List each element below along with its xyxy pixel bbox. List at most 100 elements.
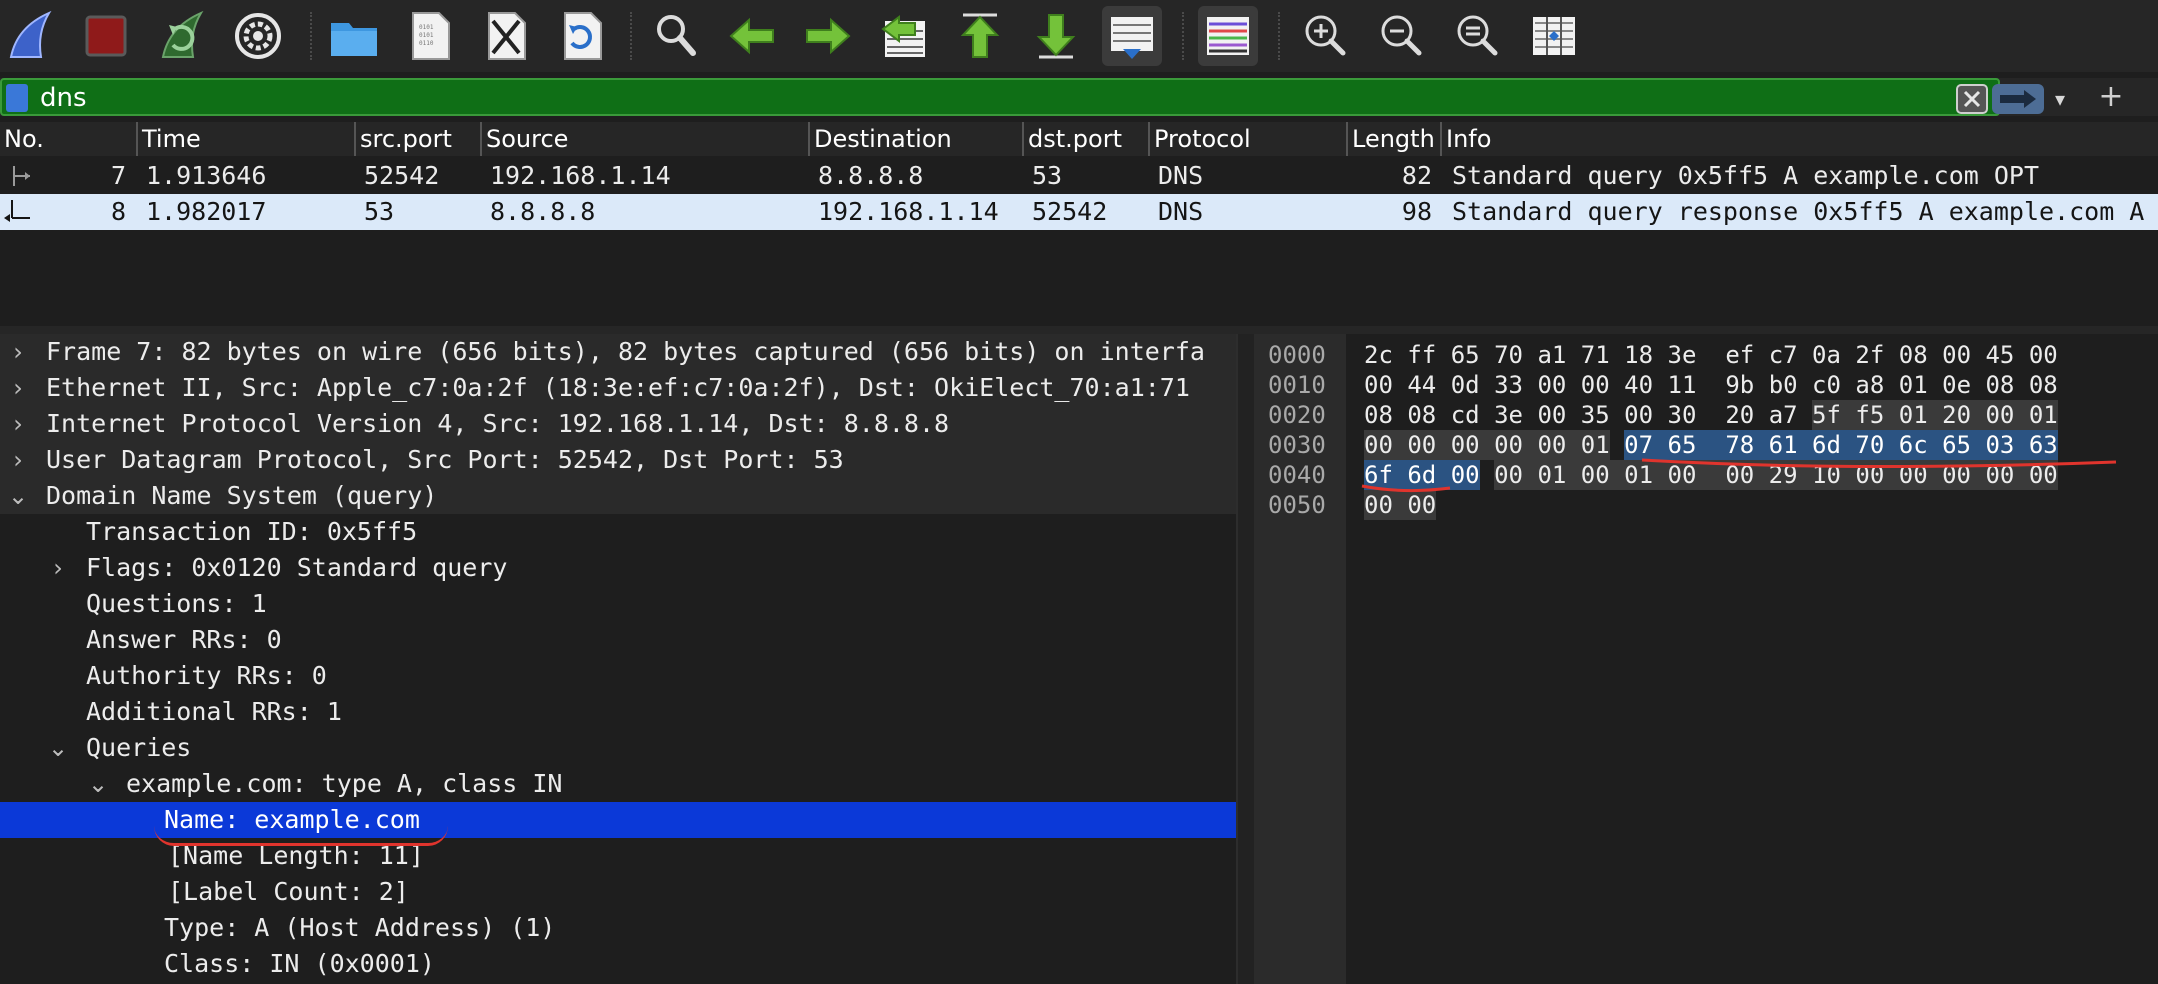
- first-packet-icon: [960, 13, 1000, 58]
- column-header-no[interactable]: No.: [0, 122, 134, 156]
- cell-dst-port: 52542: [1032, 197, 1108, 226]
- detail-label: Questions: 1: [86, 589, 267, 618]
- cell-time: 1.913646: [146, 161, 267, 190]
- cell-src-port: 52542: [364, 161, 440, 190]
- packet-list-header: No. Time src.port Source Destination dst…: [0, 122, 2158, 156]
- detail-query-class[interactable]: Class: IN (0x0001): [0, 946, 1236, 982]
- recent-filters-dropdown[interactable]: ▾: [2050, 82, 2070, 116]
- column-header-dst-port[interactable]: dst.port: [1022, 122, 1146, 156]
- autoscroll-button[interactable]: [1102, 6, 1162, 66]
- apply-filter-button[interactable]: [1992, 84, 2044, 114]
- detail-ipv4[interactable]: › Internet Protocol Version 4, Src: 192.…: [0, 406, 1236, 442]
- normal-size-button[interactable]: [1448, 6, 1508, 66]
- bookmark-icon[interactable]: [6, 84, 28, 112]
- pane-splitter-horizontal[interactable]: [0, 326, 2158, 334]
- detail-answer-rrs[interactable]: Answer RRs: 0: [0, 622, 1236, 658]
- detail-transaction-id[interactable]: Transaction ID: 0x5ff5: [0, 514, 1236, 550]
- restart-capture-icon: [161, 10, 204, 58]
- resize-columns-button[interactable]: [1524, 6, 1584, 66]
- packet-list-pane: No. Time src.port Source Destination dst…: [0, 122, 2158, 328]
- cell-length: 98: [1401, 197, 1432, 226]
- start-capture-button[interactable]: [0, 6, 60, 66]
- column-header-length[interactable]: Length: [1346, 122, 1438, 156]
- detail-authority-rrs[interactable]: Authority RRs: 0: [0, 658, 1236, 694]
- response-arrow-icon: [4, 200, 30, 222]
- go-forward-button[interactable]: [798, 6, 858, 66]
- display-filter-input[interactable]: dns ▾: [0, 78, 2065, 116]
- packet-row[interactable]: 8 1.982017 53 8.8.8.8 192.168.1.14 52542…: [0, 194, 2158, 230]
- stop-capture-button[interactable]: [76, 6, 136, 66]
- expand-icon[interactable]: ›: [6, 370, 30, 406]
- add-filter-button[interactable]: +: [2096, 78, 2126, 116]
- close-file-button[interactable]: [476, 6, 536, 66]
- save-file-button[interactable]: 0101 0101 0110: [400, 6, 460, 66]
- collapse-icon[interactable]: ⌄: [86, 766, 110, 802]
- cell-protocol: DNS: [1158, 197, 1204, 226]
- column-header-destination[interactable]: Destination: [808, 122, 1020, 156]
- go-back-button[interactable]: [722, 6, 782, 66]
- toolbar-separator: [1182, 12, 1184, 60]
- zoom-in-button[interactable]: [1296, 6, 1356, 66]
- clear-filter-button[interactable]: [1956, 84, 1988, 114]
- packet-row[interactable]: 7 1.913646 52542 192.168.1.14 8.8.8.8 53…: [0, 158, 2158, 194]
- detail-label: Type: A (Host Address) (1): [164, 913, 556, 942]
- detail-label: Queries: [86, 733, 192, 762]
- stop-capture-icon: [85, 15, 127, 57]
- cell-no: 7: [110, 161, 126, 190]
- shark-fin-icon: [9, 10, 52, 58]
- go-to-packet-button[interactable]: [874, 6, 934, 66]
- detail-label: Domain Name System (query): [46, 481, 438, 510]
- last-packet-button[interactable]: [1026, 6, 1086, 66]
- svg-text:0110: 0110: [419, 40, 434, 47]
- detail-dns[interactable]: ⌄ Domain Name System (query): [0, 478, 1236, 514]
- column-header-source[interactable]: Source: [480, 122, 806, 156]
- detail-frame[interactable]: › Frame 7: 82 bytes on wire (656 bits), …: [0, 334, 1236, 370]
- find-packet-button[interactable]: [646, 6, 706, 66]
- packet-details-pane: › Frame 7: 82 bytes on wire (656 bits), …: [0, 334, 1236, 984]
- pane-splitter-vertical[interactable]: [1236, 334, 1254, 984]
- cell-protocol: DNS: [1158, 161, 1204, 190]
- cell-length: 82: [1401, 161, 1432, 190]
- display-filter-bar: dns ▾ +: [0, 78, 2158, 116]
- toolbar-separator: [630, 12, 632, 60]
- collapse-icon[interactable]: ⌄: [46, 730, 70, 766]
- open-file-button[interactable]: [324, 6, 384, 66]
- capture-options-button[interactable]: [228, 6, 288, 66]
- colorize-button[interactable]: [1198, 6, 1258, 66]
- restart-capture-button[interactable]: [152, 6, 212, 66]
- expand-icon[interactable]: ›: [46, 550, 70, 586]
- column-header-src-port[interactable]: src.port: [354, 122, 478, 156]
- cell-src-port: 53: [364, 197, 395, 226]
- detail-label: Additional RRs: 1: [86, 697, 342, 726]
- expand-icon[interactable]: ›: [6, 334, 30, 370]
- detail-label: Authority RRs: 0: [86, 661, 327, 690]
- cell-dst-port: 53: [1032, 161, 1063, 190]
- packet-bytes-pane: 0000 0010 0020 0030 0040 0050 2c ff 65 7…: [1254, 334, 2158, 984]
- go-to-packet-icon: [881, 15, 925, 57]
- detail-label-count[interactable]: [Label Count: 2]: [0, 874, 1236, 910]
- cell-source: 192.168.1.14: [490, 161, 671, 190]
- filter-text[interactable]: dns: [40, 82, 87, 114]
- column-header-info[interactable]: Info: [1440, 122, 2158, 156]
- detail-flags[interactable]: › Flags: 0x0120 Standard query: [0, 550, 1236, 586]
- detail-queries[interactable]: ⌄ Queries: [0, 730, 1236, 766]
- detail-questions[interactable]: Questions: 1: [0, 586, 1236, 622]
- detail-label: Transaction ID: 0x5ff5: [86, 517, 418, 546]
- detail-ethernet[interactable]: › Ethernet II, Src: Apple_c7:0a:2f (18:3…: [0, 370, 1236, 406]
- detail-label: User Datagram Protocol, Src Port: 52542,…: [46, 445, 844, 474]
- expand-icon[interactable]: ›: [6, 406, 30, 442]
- svg-text:0101: 0101: [419, 24, 434, 31]
- detail-label: Frame 7: 82 bytes on wire (656 bits), 82…: [46, 337, 1205, 366]
- expand-icon[interactable]: ›: [6, 442, 30, 478]
- detail-query-type[interactable]: Type: A (Host Address) (1): [0, 910, 1236, 946]
- detail-query-entry[interactable]: ⌄ example.com: type A, class IN: [0, 766, 1236, 802]
- detail-udp[interactable]: › User Datagram Protocol, Src Port: 5254…: [0, 442, 1236, 478]
- column-header-time[interactable]: Time: [136, 122, 352, 156]
- zoom-out-button[interactable]: [1372, 6, 1432, 66]
- collapse-icon[interactable]: ⌄: [6, 478, 30, 514]
- column-header-protocol[interactable]: Protocol: [1148, 122, 1344, 156]
- reload-file-button[interactable]: [552, 6, 612, 66]
- first-packet-button[interactable]: [950, 6, 1010, 66]
- detail-additional-rrs[interactable]: Additional RRs: 1: [0, 694, 1236, 730]
- reload-file-icon: [564, 12, 602, 60]
